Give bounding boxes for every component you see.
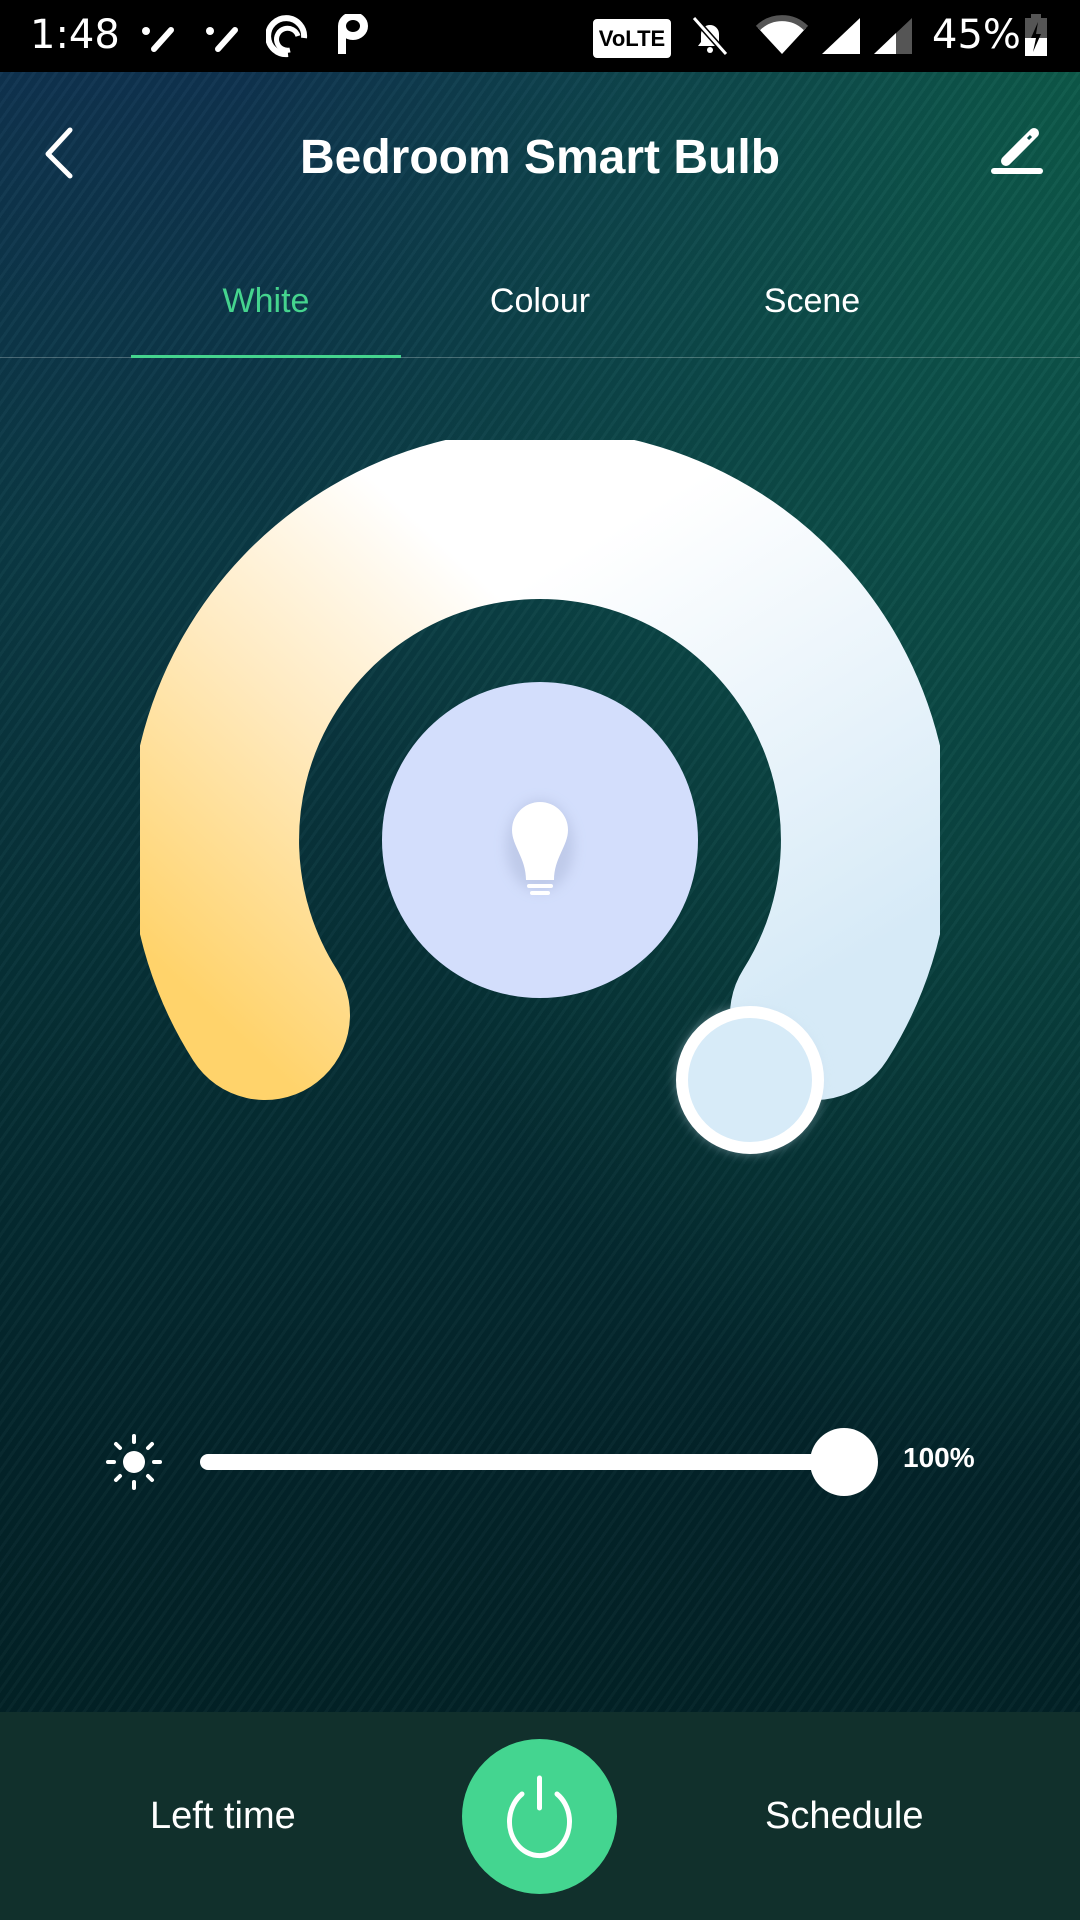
brightness-control: 100%	[0, 1412, 1080, 1512]
tab-scene[interactable]: Scene	[677, 267, 947, 357]
sync-app-icon	[266, 15, 308, 58]
status-bar: 1:48 VoLTE 45%	[0, 0, 1080, 72]
status-time: 1:48	[30, 12, 120, 58]
header: Bedroom Smart Bulb	[0, 72, 1080, 212]
power-button[interactable]	[462, 1739, 617, 1894]
tab-bar: White Colour Scene	[0, 267, 1080, 358]
brightness-slider-track[interactable]	[200, 1454, 850, 1470]
pencil-icon	[991, 128, 1043, 174]
page-title: Bedroom Smart Bulb	[299, 131, 781, 184]
brightness-value: 100%	[903, 1442, 975, 1473]
signal-icon	[822, 18, 860, 54]
volte-badge: VoLTE	[593, 19, 671, 58]
temperature-thumb[interactable]	[676, 1006, 824, 1154]
left-time-button[interactable]: Left time	[150, 1712, 296, 1920]
app-screen: Bedroom Smart Bulb White Colour Scene 10…	[0, 72, 1080, 1920]
bottom-action-bar: Left time Schedule	[0, 1712, 1080, 1920]
tab-white[interactable]: White	[131, 267, 401, 358]
edit-button[interactable]	[990, 127, 1046, 183]
battery-charging-icon	[1025, 14, 1047, 56]
color-temperature-dial[interactable]	[140, 440, 940, 1240]
bell-muted-icon	[691, 16, 729, 56]
battery-percent: 45%	[932, 12, 1021, 58]
tab-colour[interactable]: Colour	[405, 267, 675, 357]
wifi-icon	[755, 15, 809, 54]
signal-icon	[874, 18, 912, 54]
missed-call-icon	[206, 27, 238, 52]
missed-call-icon	[142, 27, 174, 52]
schedule-button[interactable]: Schedule	[765, 1712, 923, 1920]
sun-icon	[106, 1434, 162, 1490]
power-icon	[507, 1775, 572, 1859]
parking-app-icon	[338, 14, 369, 54]
brightness-slider-thumb[interactable]	[810, 1428, 878, 1496]
